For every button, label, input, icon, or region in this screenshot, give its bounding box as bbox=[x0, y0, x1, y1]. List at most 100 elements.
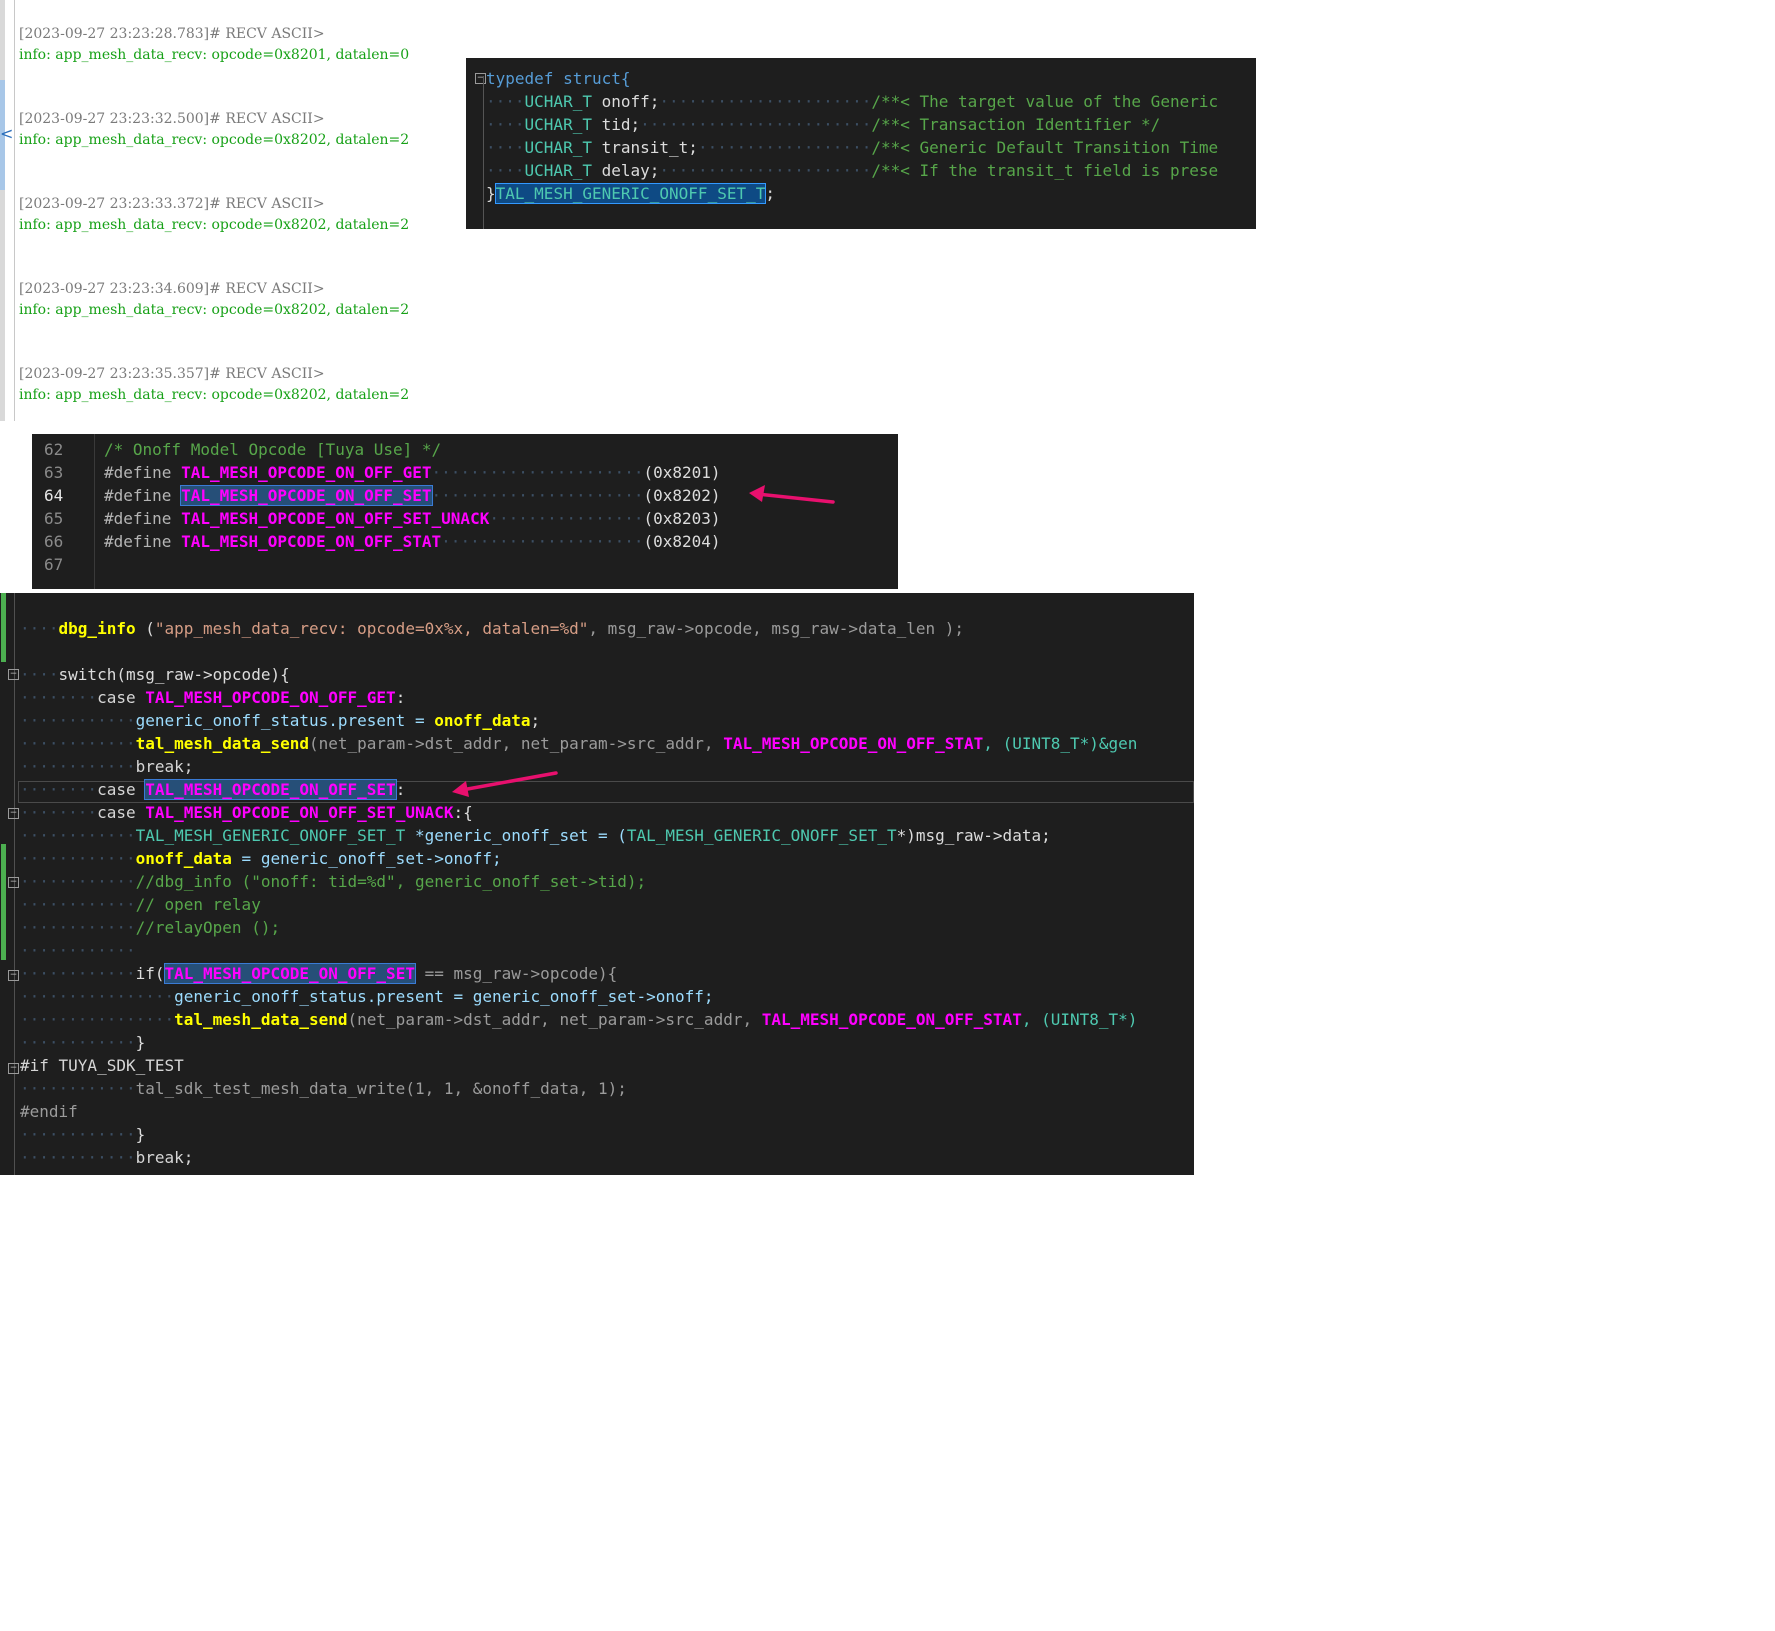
directive: #define bbox=[104, 463, 172, 482]
preprocessor-directive: #if TUYA_SDK_TEST bbox=[20, 1056, 184, 1075]
line-number-current: 64 bbox=[44, 486, 64, 505]
declaration: *generic_onoff_set = ( bbox=[405, 826, 627, 845]
code-line: #define TAL_MESH_OPCODE_ON_OFF_STAT·····… bbox=[104, 532, 721, 551]
selected-macro-name[interactable]: TAL_MESH_OPCODE_ON_OFF_SET bbox=[163, 963, 416, 984]
selected-macro-name[interactable]: TAL_MESH_OPCODE_ON_OFF_SET bbox=[180, 485, 433, 506]
annotation-arrow-icon bbox=[452, 771, 558, 797]
type-name: TAL_MESH_GENERIC_ONOFF_SET_T bbox=[135, 826, 406, 845]
keyword: break; bbox=[135, 1148, 194, 1167]
code-line: ············onoff_data = generic_onoff_s… bbox=[20, 849, 502, 868]
log-info: info: app_mesh_data_recv: opcode=0x8202,… bbox=[19, 217, 410, 233]
code-line: ············break; bbox=[20, 1148, 194, 1167]
code-line: /* Onoff Model Opcode [Tuya Use] */ bbox=[104, 438, 441, 461]
arguments: , msg_raw->opcode, msg_raw->data_len ); bbox=[588, 619, 965, 638]
comment: /**< The target value of the Generic bbox=[871, 92, 1219, 111]
code-line: ····dbg_info ("app_mesh_data_recv: opcod… bbox=[20, 619, 965, 638]
colon: : bbox=[395, 780, 406, 799]
macro-value: (0x8201) bbox=[643, 463, 721, 482]
code-line-current: ········case TAL_MESH_OPCODE_ON_OFF_SET: bbox=[20, 779, 406, 800]
log-info: info: app_mesh_data_recv: opcode=0x8202,… bbox=[19, 302, 410, 318]
code-line: #define TAL_MESH_OPCODE_ON_OFF_GET······… bbox=[104, 463, 721, 482]
selected-macro-name[interactable]: TAL_MESH_OPCODE_ON_OFF_SET bbox=[144, 779, 397, 800]
code-line: typedef struct{ bbox=[486, 67, 631, 90]
line-number: 66 bbox=[44, 532, 64, 551]
fold-toggle-icon[interactable]: − bbox=[8, 970, 19, 981]
log-header: [2023-09-27 23:23:34.609]# RECV ASCII> bbox=[19, 281, 325, 297]
comment: // open relay bbox=[135, 895, 261, 914]
type-name: UCHAR_T bbox=[524, 92, 592, 111]
condition: == msg_raw->opcode){ bbox=[414, 964, 618, 983]
code-line: ········case TAL_MESH_OPCODE_ON_OFF_GET: bbox=[20, 688, 406, 707]
fold-toggle-icon[interactable]: − bbox=[8, 669, 19, 680]
assignment: = generic_onoff_set->onoff; bbox=[231, 849, 502, 868]
keyword: struct{ bbox=[563, 69, 631, 88]
struct-code-panel: − typedef struct{ ····UCHAR_T onoff;····… bbox=[466, 58, 1256, 229]
macro-name: TAL_MESH_OPCODE_ON_OFF_STAT bbox=[723, 734, 984, 753]
code-line: #endif bbox=[20, 1100, 78, 1123]
fold-toggle-icon[interactable]: − bbox=[8, 1063, 19, 1074]
string-literal: "app_mesh_data_recv: opcode=0x%x, datale… bbox=[154, 619, 589, 638]
comment: /**< Transaction Identifier */ bbox=[871, 115, 1161, 134]
log-entry: [2023-09-27 23:23:34.609]# RECV ASCII> i… bbox=[19, 279, 409, 321]
code-line: ····UCHAR_T onoff;······················… bbox=[486, 92, 1219, 111]
code-line: #define TAL_MESH_OPCODE_ON_OFF_SET_UNACK… bbox=[104, 509, 721, 528]
log-header: [2023-09-27 23:23:32.500]# RECV ASCII> bbox=[19, 111, 325, 127]
fold-toggle-icon[interactable]: − bbox=[475, 73, 486, 84]
code-line: ····UCHAR_T tid;························… bbox=[486, 115, 1161, 134]
semicolon: ; bbox=[530, 711, 541, 730]
type-name: UCHAR_T bbox=[524, 161, 592, 180]
define-code-panel: 62 /* Onoff Model Opcode [Tuya Use] */ 6… bbox=[32, 434, 898, 589]
function-name: tal_mesh_data_send bbox=[135, 734, 309, 753]
log-header: [2023-09-27 23:23:28.783]# RECV ASCII> bbox=[19, 26, 325, 42]
switch-code-panel: − − − − − ····dbg_info ("app_mesh_data_r… bbox=[0, 593, 1194, 1175]
keyword: typedef bbox=[486, 69, 554, 88]
field-name: transit_t; bbox=[601, 138, 698, 157]
brace: } bbox=[486, 184, 496, 203]
log-entry: [2023-09-27 23:23:32.500]# RECV ASCII> i… bbox=[19, 109, 409, 151]
code-line: ············} bbox=[20, 1125, 146, 1144]
comment: /**< Generic Default Transition Time bbox=[871, 138, 1219, 157]
semicolon: ; bbox=[765, 184, 775, 203]
macro-name: TAL_MESH_OPCODE_ON_OFF_SET_UNACK bbox=[181, 509, 490, 528]
code-line: ············if(TAL_MESH_OPCODE_ON_OFF_SE… bbox=[20, 963, 618, 984]
code-line: ····UCHAR_T transit_t;··················… bbox=[486, 138, 1219, 157]
arguments: , (UINT8_T*) bbox=[1021, 1010, 1138, 1029]
fold-toggle-icon[interactable]: − bbox=[8, 877, 19, 888]
function-name: tal_mesh_data_send bbox=[174, 1010, 348, 1029]
switch-statement: switch(msg_raw->opcode){ bbox=[58, 665, 290, 684]
selected-typename[interactable]: TAL_MESH_GENERIC_ONOFF_SET_T bbox=[494, 183, 767, 204]
directive: #define bbox=[104, 486, 172, 505]
assignment: generic_onoff_status.present = generic_o… bbox=[174, 987, 714, 1006]
comment: /**< If the transit_t field is prese bbox=[871, 161, 1219, 180]
change-marker bbox=[1, 844, 6, 960]
brace: } bbox=[135, 1125, 146, 1144]
scope-guide bbox=[483, 76, 484, 229]
log-info: info: app_mesh_data_recv: opcode=0x8201,… bbox=[19, 47, 410, 63]
keyword: case bbox=[97, 688, 136, 707]
code-line: ················generic_onoff_status.pre… bbox=[20, 987, 714, 1006]
code-line-current: #define TAL_MESH_OPCODE_ON_OFF_SET······… bbox=[104, 485, 721, 506]
keyword: break; bbox=[135, 757, 194, 776]
log-header: [2023-09-27 23:23:35.357]# RECV ASCII> bbox=[19, 366, 325, 382]
line-number: 65 bbox=[44, 509, 64, 528]
collapse-arrow-icon[interactable]: < bbox=[0, 124, 13, 144]
paren: ( bbox=[135, 619, 155, 638]
field-name: onoff; bbox=[601, 92, 660, 111]
code-line: ····switch(msg_raw->opcode){ bbox=[20, 665, 290, 684]
macro-name: TAL_MESH_OPCODE_ON_OFF_STAT bbox=[761, 1010, 1022, 1029]
log-scrollbar[interactable] bbox=[0, 0, 5, 421]
code-line: ············//dbg_info ("onoff: tid=%d",… bbox=[20, 872, 647, 891]
variable-name: onoff_data bbox=[135, 849, 232, 868]
brace: } bbox=[135, 1033, 146, 1052]
colon-brace: :{ bbox=[453, 803, 473, 822]
macro-name: TAL_MESH_OPCODE_ON_OFF_GET bbox=[145, 688, 396, 707]
type-name: UCHAR_T bbox=[524, 115, 592, 134]
arguments: (net_param->dst_addr, net_param->src_add… bbox=[347, 1010, 762, 1029]
colon: : bbox=[395, 688, 406, 707]
macro-value: (0x8203) bbox=[643, 509, 721, 528]
macro-value: (0x8202) bbox=[643, 486, 721, 505]
macro-value: (0x8204) bbox=[643, 532, 721, 551]
line-number: 63 bbox=[44, 463, 64, 482]
directive: #define bbox=[104, 509, 172, 528]
fold-toggle-icon[interactable]: − bbox=[8, 808, 19, 819]
